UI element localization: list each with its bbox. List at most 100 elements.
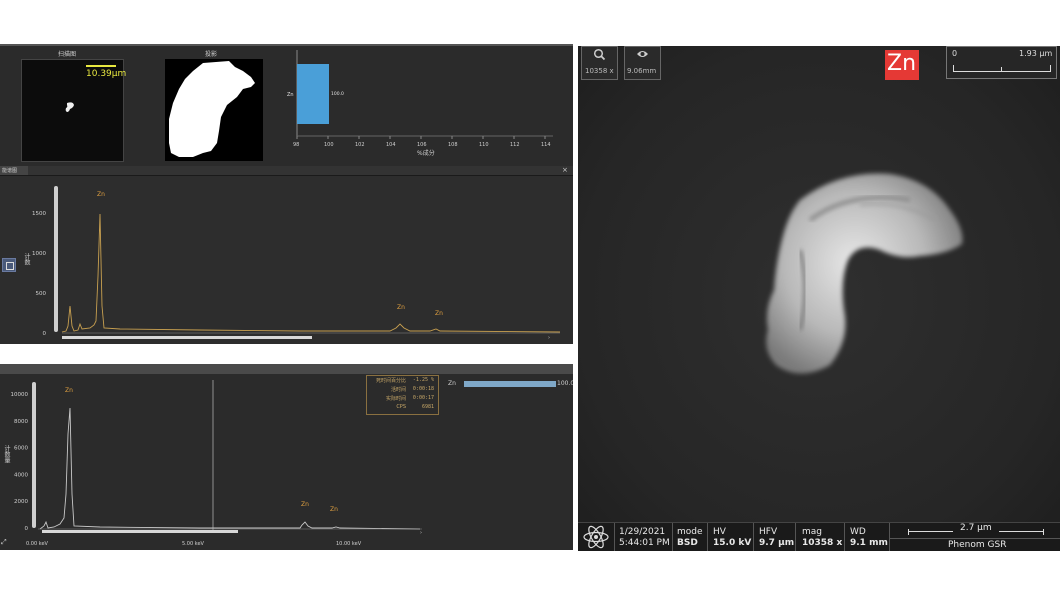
y-tick-label: 4000 xyxy=(14,472,28,478)
sep xyxy=(795,523,796,551)
status-mag-value: 10358 x xyxy=(802,538,842,548)
spectrum1-trace xyxy=(61,213,561,333)
map-scale-label: 10.39μm xyxy=(86,69,127,79)
spectrum-tab-label: 能谱图 xyxy=(2,168,18,174)
map-scale-line xyxy=(86,65,116,67)
y-tick-label: 8000 xyxy=(14,419,28,425)
spectrum1-x-scrollbar xyxy=(62,336,312,339)
spectrum2-x-tick: 0.00 keV xyxy=(26,541,49,547)
info-value: 0:00:17 xyxy=(412,395,434,401)
spectrum-tab[interactable]: 能谱图 xyxy=(0,166,28,175)
sep xyxy=(707,523,708,551)
sep xyxy=(614,523,615,551)
acquisition-info-box: 死时间百分比 -1.25 % 活时间 0:00:18 实际时间 0:00:17 CPS 698… xyxy=(366,375,439,415)
projection-image[interactable] xyxy=(165,59,263,161)
zn-composition-bar xyxy=(297,64,329,124)
composition-chart-svg: Zn 100.0 98 100 102 104 106 108 110 112 114 %成分 xyxy=(287,50,553,157)
expand-icon: ⤢ xyxy=(1,538,7,546)
info-key: 活时间 xyxy=(390,387,406,393)
status-scale-label: 2.7 μm xyxy=(960,523,992,533)
scan-map-image[interactable]: 10.39μm xyxy=(21,59,127,162)
spectrum2-chart: 10000 8000 6000 4000 2000 0 Zn Zn Zn › 0.00 k… xyxy=(1,380,422,547)
spectrum-tab-bar xyxy=(0,166,573,176)
y-tick-label: 0 xyxy=(25,526,29,532)
element-bar-fill xyxy=(464,381,556,387)
wd-value-text: 9.1 mm xyxy=(850,538,888,548)
sep xyxy=(844,523,845,551)
status-time: 5:44:01 PM xyxy=(619,538,670,548)
element-bar-value: 100.0 xyxy=(557,380,575,387)
spectrum2-scroll-arrow: › xyxy=(420,530,422,536)
hv-value-text: 15.0 kV xyxy=(713,538,752,548)
panel-top-edge xyxy=(0,44,573,46)
bar-axis-tick-label: 110 xyxy=(479,142,489,148)
status-hfv-value: 9.7 μm xyxy=(759,538,794,548)
section-divider xyxy=(0,344,573,364)
spectrum1-y-ticks: 1500 1000 500 0 xyxy=(32,211,47,337)
magnification-value: 10358 x xyxy=(585,67,614,75)
info-value: 6981 xyxy=(421,404,434,410)
bar-axis-label: %成分 xyxy=(417,149,435,157)
status-wd-value: 9.1 mm xyxy=(850,538,888,548)
sep xyxy=(672,523,673,551)
info-key: 死时间百分比 xyxy=(375,378,406,384)
spectrum2-peak-label: Zn xyxy=(301,501,309,508)
status-instrument: Phenom GSR xyxy=(948,540,1007,550)
spectrum1-chart: 1500 1000 500 0 Zn Zn Zn › xyxy=(32,191,561,341)
y-tick-label: 6000 xyxy=(14,446,28,452)
search-icon xyxy=(593,48,606,61)
scale-left: 0 xyxy=(952,49,958,58)
status-date: 1/29/2021 xyxy=(619,527,666,537)
hfv-value-text: 9.7 μm xyxy=(759,538,795,548)
spectrum2-header xyxy=(0,364,573,374)
bar-axis-tick-label: 112 xyxy=(510,142,520,148)
atom-icon xyxy=(583,525,609,549)
y-tick-label: 500 xyxy=(36,291,47,297)
spectrum1-peak-label: Zn xyxy=(397,304,405,311)
working-distance-value: 9.06mm xyxy=(627,67,657,75)
sep xyxy=(753,523,754,551)
bar-axis-tick-label: 98 xyxy=(293,142,299,148)
scale-right: 1.93 μm xyxy=(1019,49,1053,58)
element-badge-label: Zn xyxy=(887,51,917,76)
bar-axis-tick-label: 106 xyxy=(417,142,427,148)
mag-value-text: 10358 x xyxy=(802,538,843,548)
spectrum2-peak-label: Zn xyxy=(65,387,73,394)
status-wd-label: WD xyxy=(850,527,866,537)
spectrum1-peak-label: Zn xyxy=(97,191,105,198)
close-icon[interactable]: × xyxy=(562,166,568,174)
y-tick-label: 1500 xyxy=(32,211,46,217)
mode-value-text: BSD xyxy=(677,538,698,548)
element-badge[interactable]: Zn xyxy=(885,50,919,80)
bar-axis-tick-label: 108 xyxy=(448,142,458,148)
sep xyxy=(889,523,890,551)
element-bar-label: Zn xyxy=(448,380,456,387)
composition-bar-chart: Zn 100.0 98 100 102 104 106 108 110 112 114 %成分 xyxy=(283,48,568,163)
bar-axis-tick-label: 114 xyxy=(541,142,551,148)
bar-axis-ticks: 98 100 102 104 106 108 110 112 114 xyxy=(293,136,551,148)
spectrum2-x-tick: 10.00 keV xyxy=(336,541,362,547)
scale-box: 0 1.93 μm xyxy=(946,46,1057,79)
status-hv-value: 15.0 kV xyxy=(713,538,751,548)
y-tick-label: 2000 xyxy=(14,499,28,505)
status-hfv-label: HFV xyxy=(759,527,778,537)
bar-label: Zn xyxy=(287,92,294,98)
eye-icon xyxy=(637,51,648,57)
spectrum2-peak-label: Zn xyxy=(330,506,338,513)
scale-ruler xyxy=(953,65,1051,72)
map-title: 扫描图 xyxy=(58,51,77,58)
panel-gap xyxy=(573,46,578,550)
y-tick-label: 10000 xyxy=(11,392,29,398)
magnification-button[interactable]: 10358 x xyxy=(581,46,618,80)
status-mode-value: BSD xyxy=(677,538,698,548)
info-key: 实际时间 xyxy=(385,396,406,402)
status-divider xyxy=(889,538,1060,539)
sem-particle xyxy=(766,173,963,374)
spectrum1-scroll-arrow: › xyxy=(548,335,550,341)
y-tick-label: 0 xyxy=(43,331,47,337)
element-bar-track xyxy=(464,381,556,387)
working-distance-button[interactable]: 9.06mm xyxy=(624,46,661,80)
status-hv-label: HV xyxy=(713,527,726,537)
status-mode-label: mode xyxy=(677,527,703,537)
spectrum2-x-scrollbar xyxy=(42,530,238,533)
